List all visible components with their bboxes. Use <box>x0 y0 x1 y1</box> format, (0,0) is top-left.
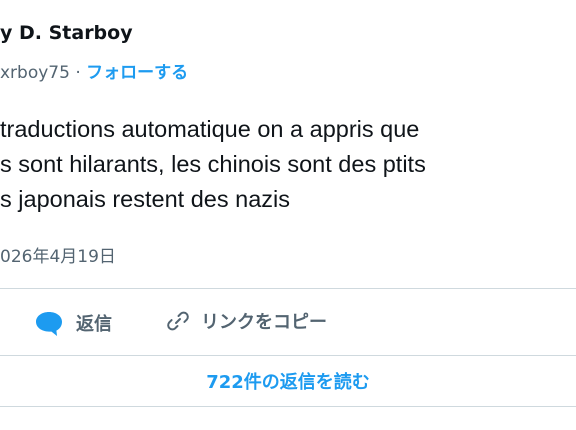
read-replies-button[interactable]: 722件の返信を読む <box>0 356 576 406</box>
divider <box>0 406 576 407</box>
tweet-text-line: s sont hilarants, les chinois sont des p… <box>0 151 426 177</box>
author-handle-row: xrboy75 · フォローする <box>0 58 188 83</box>
speech-bubble-icon <box>36 312 62 336</box>
author-handle[interactable]: xrboy75 · <box>0 63 86 83</box>
copy-link-button[interactable]: リンクをコピー <box>165 308 327 334</box>
divider <box>0 288 576 289</box>
copy-link-label: リンクをコピー <box>201 312 327 333</box>
action-bar: 返信 リンクをコピー <box>0 308 576 340</box>
follow-button[interactable]: フォローする <box>86 63 188 83</box>
link-icon <box>167 311 189 331</box>
tweet-timestamp[interactable]: 026年4月19日 <box>0 242 116 267</box>
reply-label: 返信 <box>76 314 112 335</box>
tweet-text: traductions automatique on a appris que … <box>0 112 576 217</box>
reply-button[interactable]: 返信 <box>34 308 112 338</box>
author-name[interactable]: y D. Starboy <box>0 22 133 44</box>
tweet-text-line: s japonais restent des nazis <box>0 186 290 212</box>
tweet-text-line: traductions automatique on a appris que <box>0 116 420 142</box>
